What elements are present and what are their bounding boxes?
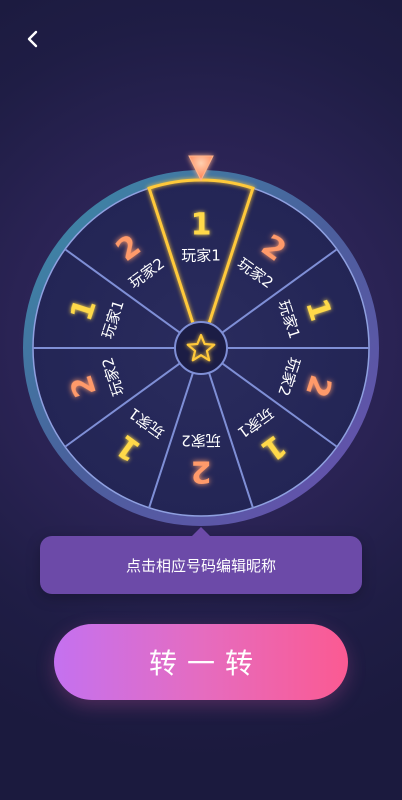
segment-number[interactable]: 2 — [191, 454, 212, 489]
hint-bubble: 点击相应号码编辑昵称 — [40, 527, 362, 594]
segment-player-label: 玩家1 — [181, 247, 221, 265]
wheel-hub — [174, 321, 228, 375]
segment-number[interactable]: 1 — [191, 208, 212, 243]
hint-text: 点击相应号码编辑昵称 — [125, 556, 276, 575]
spin-button-label: 转一转 — [148, 647, 263, 680]
segment-player-label: 玩家2 — [181, 432, 221, 450]
spin-button[interactable]: 转一转 — [54, 624, 348, 700]
lucky-wheel[interactable]: 1 玩家1 2 玩家2 1 玩家1 2 玩家2 1 玩家1 2 玩家2 1 玩家1 2 玩家2 1 玩家1 2 玩家2 — [0, 150, 402, 540]
back-button[interactable] — [16, 22, 50, 56]
wheel-graphic: 1玩家1 2玩家21玩家12玩家21玩家12玩家21玩家12玩家21玩家12玩家2 — [23, 155, 379, 526]
chevron-left-icon — [27, 30, 38, 48]
